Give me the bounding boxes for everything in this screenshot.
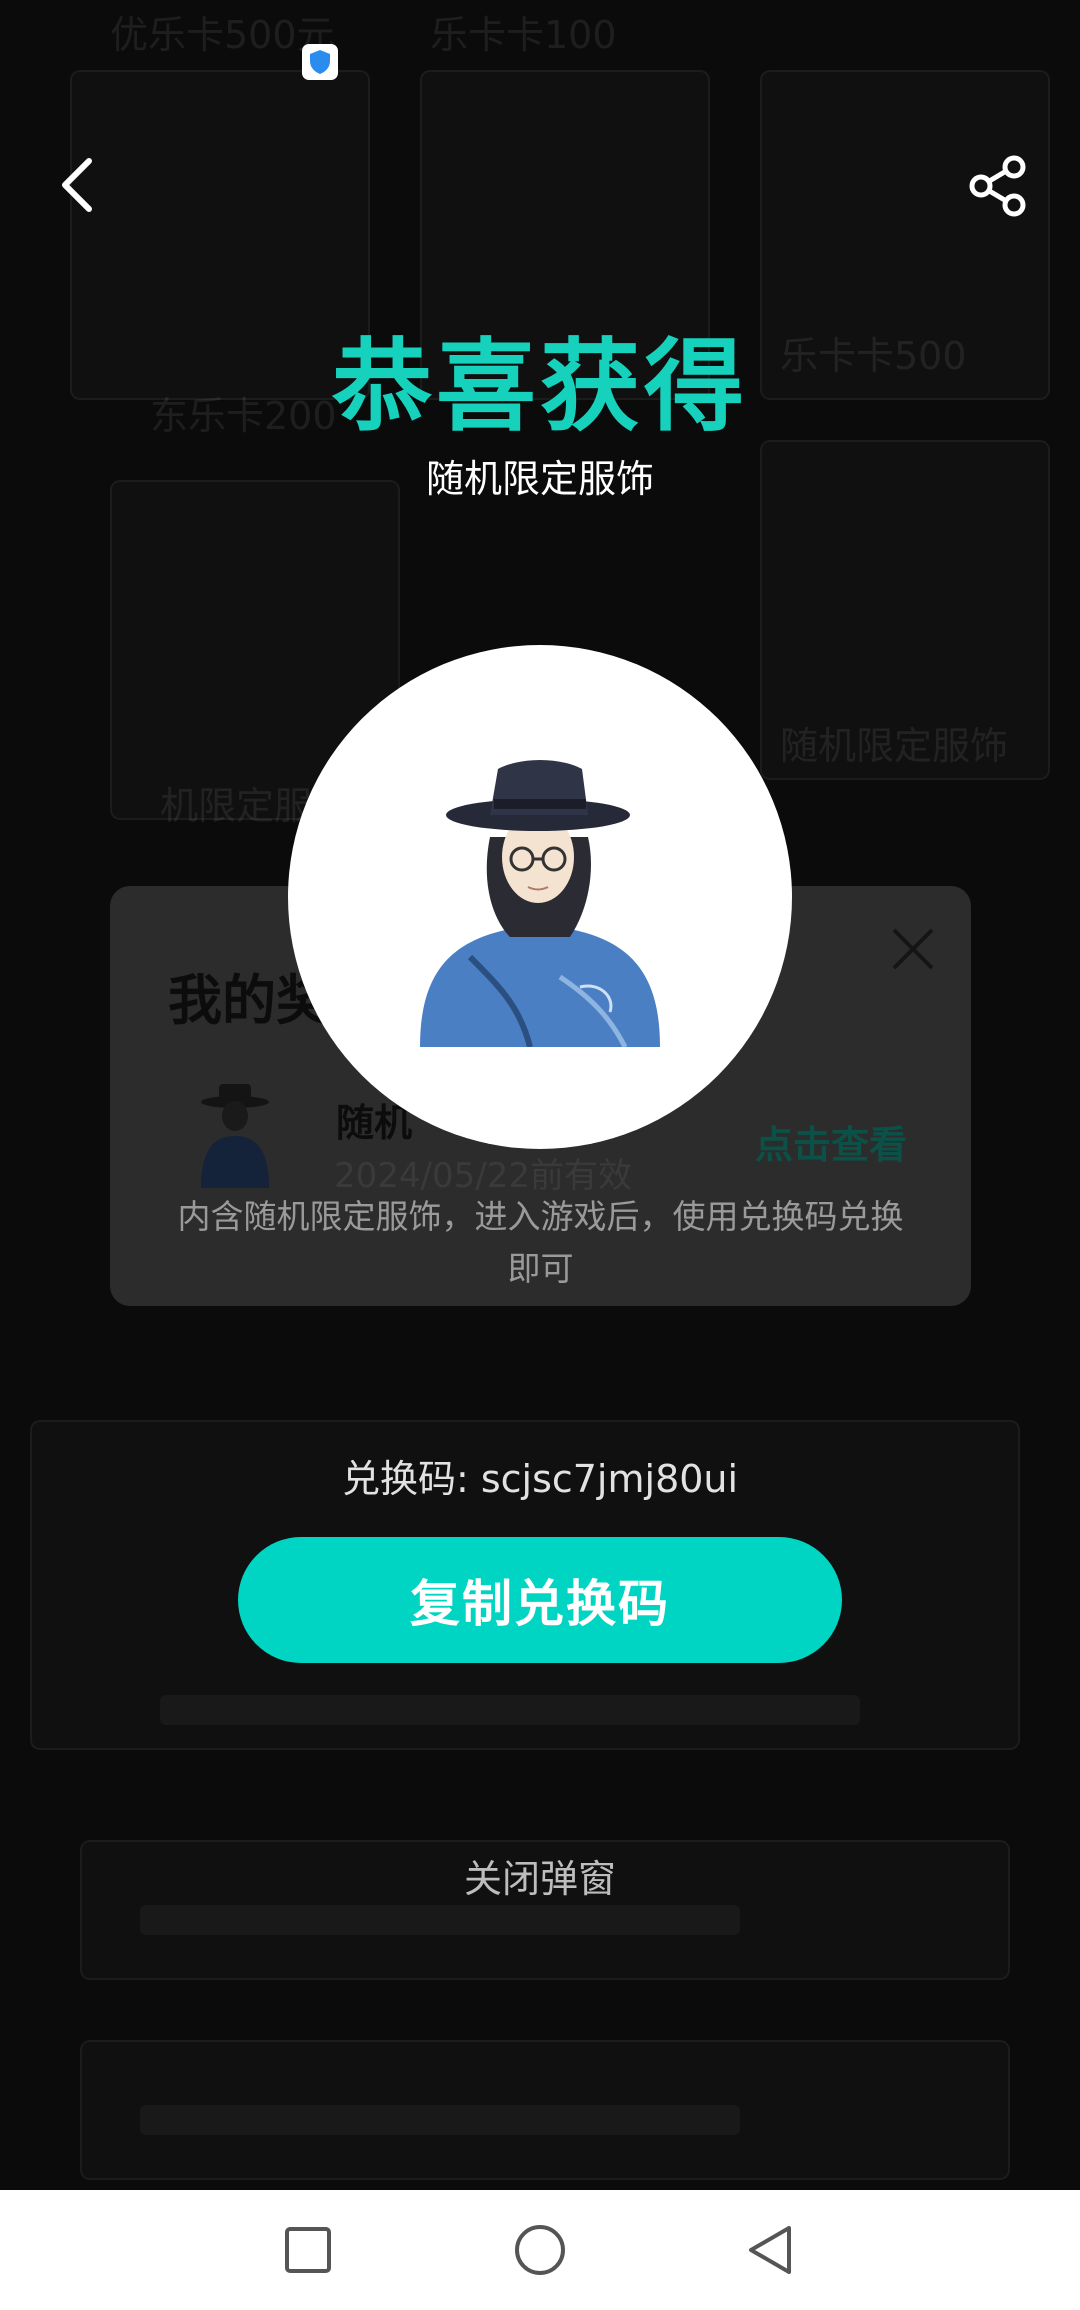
popup-subtitle: 随机限定服饰 xyxy=(425,457,654,501)
prize-avatar xyxy=(288,645,792,1149)
shield-icon xyxy=(310,50,330,74)
bg-line xyxy=(140,1905,740,1935)
triangle-back-icon xyxy=(749,2226,791,2274)
chevron-left-icon xyxy=(62,158,92,212)
bg-line xyxy=(140,2105,740,2135)
item-expiry: 2024/05/22前有效 xyxy=(334,1156,632,1196)
close-popup-button[interactable]: 关闭弹窗 xyxy=(0,1848,1080,1903)
item-thumbnail xyxy=(185,1078,285,1188)
home-button[interactable] xyxy=(502,2212,578,2288)
share-button[interactable] xyxy=(962,150,1034,222)
bg-text: 乐卡卡100 xyxy=(430,13,617,57)
view-link[interactable]: 点击查看 xyxy=(755,1114,907,1169)
bg-text: 优乐卡500元 xyxy=(110,13,335,57)
character-avatar-icon xyxy=(420,760,660,1047)
bg-line xyxy=(160,1695,860,1725)
popup-title: 恭喜获得 xyxy=(332,328,748,445)
copy-code-button[interactable]: 复制兑换码 xyxy=(238,1537,842,1663)
back-button[interactable] xyxy=(42,150,112,220)
bg-text: 随机限定服饰 xyxy=(780,724,1009,768)
recent-apps-button[interactable] xyxy=(270,2212,346,2288)
circle-icon xyxy=(515,2225,565,2275)
navigation-bar xyxy=(0,2190,1080,2310)
item-description: 内含随机限定服饰，进入游戏后，使用兑换码兑换即可 xyxy=(177,1197,904,1288)
share-icon xyxy=(969,155,1026,217)
nav-back-button[interactable] xyxy=(732,2212,808,2288)
redeem-code: 兑换码: scjsc7jmj80ui xyxy=(341,1457,739,1501)
close-icon xyxy=(892,928,934,970)
square-icon xyxy=(285,2227,331,2273)
character-thumbnail-icon xyxy=(201,1084,269,1188)
sheet-close-button[interactable] xyxy=(888,924,938,974)
shield-badge xyxy=(302,44,338,80)
